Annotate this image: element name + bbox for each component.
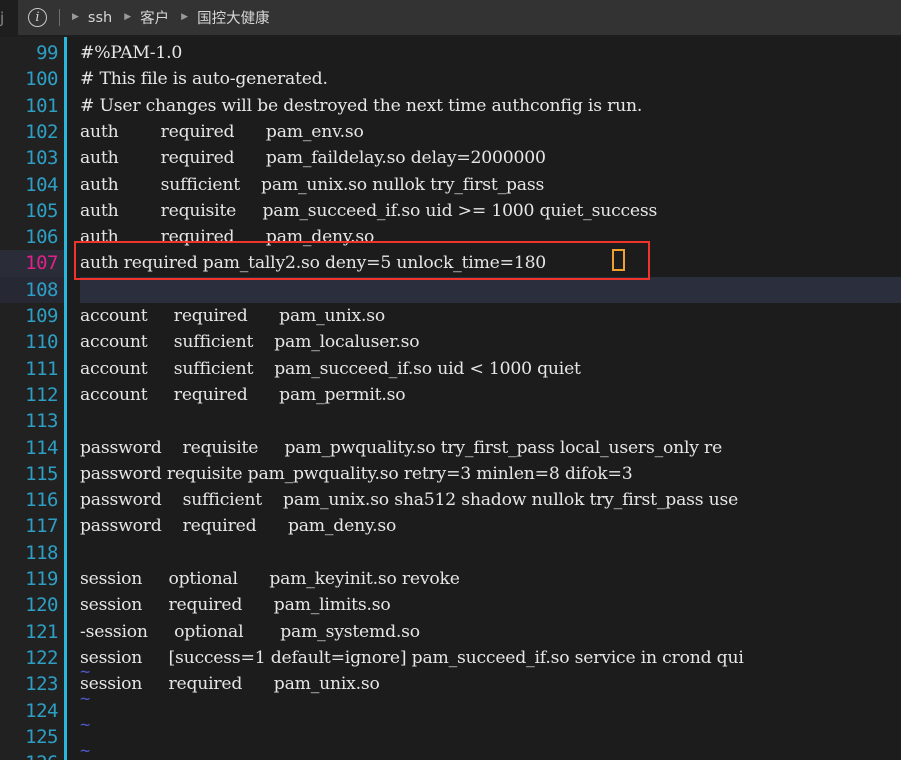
line-number: 101 [25, 94, 58, 117]
chevron-right-icon: ▶ [72, 12, 79, 22]
line-number: 105 [25, 199, 58, 222]
line-text[interactable]: session required pam_unix.so [80, 671, 380, 697]
line-number: 112 [25, 383, 58, 406]
breadcrumb-item-ssh[interactable]: ssh [88, 10, 112, 26]
line-number: 116 [25, 489, 58, 512]
code-line[interactable]: 110 account sufficient pam_localuser.so [0, 329, 901, 355]
tilde-marker: ~ [80, 714, 91, 735]
tilde-marker: ~ [80, 688, 91, 709]
breadcrumb-item-customer[interactable]: 客户 [140, 7, 169, 28]
code-line[interactable]: 118 [0, 540, 901, 566]
code-line[interactable]: 101 # User changes will be destroyed the … [0, 93, 901, 119]
line-text[interactable]: password requisite pam_pwquality.so try_… [80, 435, 722, 461]
line-text[interactable]: password sufficient pam_unix.so sha512 s… [80, 487, 738, 513]
line-text[interactable]: password requisite pam_pwquality.so retr… [80, 461, 633, 487]
code-line[interactable]: 126 [0, 750, 901, 760]
line-text[interactable]: account required pam_permit.so [80, 382, 406, 408]
code-line[interactable]: 114 password requisite pam_pwquality.so t… [0, 435, 901, 461]
line-number: 107 [25, 252, 58, 275]
window-edge-stub: j [0, 0, 18, 37]
code-line[interactable]: 119 session optional pam_keyinit.so revok… [0, 566, 901, 592]
info-icon[interactable]: i [28, 8, 47, 27]
line-number: 104 [25, 173, 58, 196]
code-line[interactable]: 117 password required pam_deny.so [0, 513, 901, 539]
line-number: 103 [25, 147, 58, 170]
line-text[interactable]: #%PAM-1.0 [80, 40, 182, 66]
line-number: 122 [25, 646, 58, 669]
line-number: 123 [25, 673, 58, 696]
code-line[interactable]: 122 session [success=1 default=ignore] pa… [0, 645, 901, 671]
code-line[interactable]: 123 session required pam_unix.so [0, 671, 901, 697]
line-number: 117 [25, 515, 58, 538]
line-text[interactable]: auth sufficient pam_unix.so nullok try_f… [80, 172, 544, 198]
line-number: 106 [25, 226, 58, 249]
line-text[interactable]: auth required pam_deny.so [80, 224, 374, 250]
line-number: 118 [25, 541, 58, 564]
line-text[interactable]: # User changes will be destroyed the nex… [80, 93, 642, 119]
line-text[interactable]: auth required pam_tally2.so deny=5 unloc… [80, 250, 546, 276]
code-line[interactable]: 109 account required pam_unix.so [0, 303, 901, 329]
breadcrumb-bar: j i ▶ ssh ▶ 客户 ▶ 国控大健康 [0, 0, 901, 37]
code-line[interactable]: 116 password sufficient pam_unix.so sha51… [0, 487, 901, 513]
breadcrumb: i ▶ ssh ▶ 客户 ▶ 国控大健康 [18, 0, 901, 35]
breadcrumb-item-host[interactable]: 国控大健康 [197, 7, 270, 28]
line-text[interactable]: session required pam_limits.so [80, 592, 391, 618]
line-number: 121 [25, 620, 58, 643]
line-text[interactable]: account required pam_unix.so [80, 303, 385, 329]
code-line[interactable]: 113 [0, 408, 901, 434]
line-number: 108 [25, 278, 58, 301]
code-line[interactable]: 100 # This file is auto-generated. [0, 66, 901, 92]
code-line[interactable]: 99 #%PAM-1.0 [0, 40, 901, 66]
line-number: 110 [25, 331, 58, 354]
gutter-divider [64, 37, 67, 760]
line-text[interactable]: session [success=1 default=ignore] pam_s… [80, 645, 744, 671]
code-line[interactable]: 111 account sufficient pam_succeed_if.so … [0, 356, 901, 382]
tilde-marker: ~ [80, 741, 91, 760]
code-line[interactable]: 103 auth required pam_faildelay.so delay=… [0, 145, 901, 171]
terminal-editor-pane[interactable]: 99 #%PAM-1.0 100 # This file is auto-genera… [0, 37, 901, 760]
line-number: 125 [25, 725, 58, 748]
code-line[interactable]: 106 auth required pam_deny.so [0, 224, 901, 250]
line-number: 120 [25, 594, 58, 617]
code-line[interactable]: 102 auth required pam_env.so [0, 119, 901, 145]
tilde-marker: ~ [80, 662, 91, 683]
line-text[interactable]: account sufficient pam_succeed_if.so uid… [80, 356, 581, 382]
code-line[interactable]: 108 [0, 276, 901, 303]
text-cursor [612, 249, 625, 271]
line-number: 109 [25, 305, 58, 327]
toolbar-divider [59, 9, 60, 26]
line-number: 115 [25, 462, 58, 485]
line-number: 102 [25, 120, 58, 143]
code-line[interactable]: 115 password requisite pam_pwquality.so r… [0, 461, 901, 487]
line-number: 124 [25, 699, 58, 722]
code-line[interactable]: 107 auth required pam_tally2.so deny=5 un… [0, 250, 901, 277]
line-text[interactable]: auth required pam_env.so [80, 119, 364, 145]
line-number: 99 [36, 42, 58, 64]
line-text[interactable]: # This file is auto-generated. [80, 66, 328, 92]
line-number: 100 [25, 68, 58, 91]
line-text[interactable]: auth required pam_faildelay.so delay=200… [80, 145, 546, 171]
line-number: 111 [25, 357, 58, 380]
code-line[interactable]: 125 [0, 724, 901, 750]
line-number: 119 [25, 568, 58, 590]
chevron-right-icon: ▶ [124, 12, 132, 22]
chevron-right-icon: ▶ [181, 12, 189, 22]
line-text[interactable]: -session optional pam_systemd.so [80, 619, 420, 645]
code-line[interactable]: 121 -session optional pam_systemd.so [0, 619, 901, 645]
line-number: 126 [0, 750, 58, 760]
code-line[interactable]: 105 auth requisite pam_succeed_if.so uid … [0, 198, 901, 224]
line-text[interactable]: session optional pam_keyinit.so revoke [80, 566, 460, 592]
line-number: 113 [25, 410, 58, 433]
code-line[interactable]: 124 [0, 698, 901, 724]
line-text[interactable]: auth requisite pam_succeed_if.so uid >= … [80, 198, 657, 224]
line-number: 114 [25, 436, 58, 459]
selection-highlight [80, 276, 901, 303]
line-text[interactable]: account sufficient pam_localuser.so [80, 329, 420, 355]
line-text[interactable]: password required pam_deny.so [80, 513, 396, 539]
code-line[interactable]: 120 session required pam_limits.so [0, 592, 901, 618]
code-line[interactable]: 112 account required pam_permit.so [0, 382, 901, 408]
code-line[interactable]: 104 auth sufficient pam_unix.so nullok tr… [0, 172, 901, 198]
